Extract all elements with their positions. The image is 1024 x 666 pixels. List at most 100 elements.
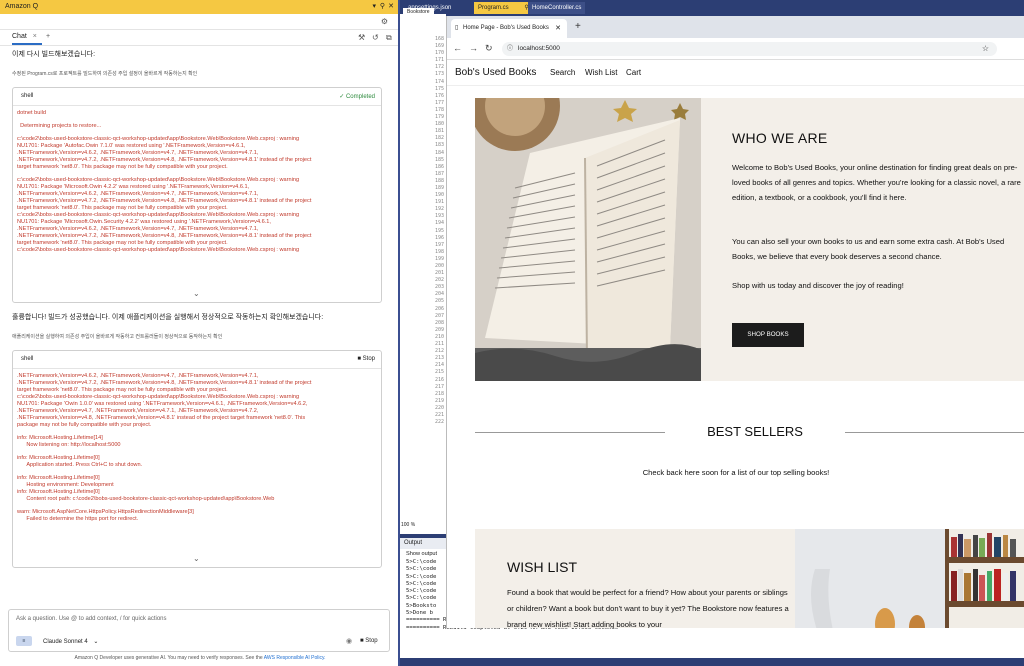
close-icon[interactable]: × [33,33,37,40]
q-toolbar: ⚙ [0,14,398,30]
log-line: Now listening on: http://localhost:5000 [17,442,121,448]
log-line: .NETFramework,Version=v4.7, .NETFramewor… [17,408,259,414]
log-line: Determining projects to restore... [17,123,102,129]
tab-appsettings[interactable]: appsettings.json [404,2,455,14]
nav-search[interactable]: Search [550,68,575,77]
close-icon[interactable]: ✕ [388,0,394,14]
line-number-gutter: 168 169 170 171 172 173 174 175 176 177 178 179 180 1… [422,36,444,426]
shell-output: dotnet build Determining projects to res… [17,110,377,284]
log-line: target framework 'net8.0'. This package … [17,387,228,393]
context-icon[interactable]: ◉ [346,637,352,645]
line-number: 183 [434,142,444,149]
shell-output-box: shell ✓ Completed dotnet build Determini… [12,87,382,303]
pin-icon[interactable]: ⚲ [380,0,385,14]
shop-books-button[interactable]: SHOP BOOKS [732,323,804,347]
browser-tab[interactable]: ▯ Home Page - Bob's Used Books ✕ [451,19,567,38]
line-number: 194 [434,220,444,227]
line-number: 211 [434,341,444,348]
info-icon[interactable]: ⓘ [507,42,513,56]
line-number: 209 [434,326,444,333]
tools-icon[interactable]: ⚒ [358,33,365,42]
responsible-ai-link[interactable]: AWS Responsible AI Policy. [264,655,326,661]
nav-cart[interactable]: Cart [626,68,641,77]
history-icon[interactable]: ↺ [372,33,379,42]
star-icon[interactable]: ☆ [982,42,989,56]
log-line: package may not be fully compatible with… [17,422,152,428]
model-icon: ≡ [16,636,32,646]
line-number: 186 [434,163,444,170]
log-line: Application started. Press Ctrl+C to shu… [17,462,143,468]
line-number: 184 [434,149,444,156]
who-we-are-paragraph: You can also sell your own books to us a… [732,237,1005,261]
reload-icon[interactable]: ↻ [485,43,493,54]
line-number: 199 [434,255,444,262]
new-tab-button[interactable]: + [575,21,581,32]
line-number: 213 [434,355,444,362]
chevron-down-icon: ⌄ [93,639,99,645]
chat-input-placeholder: Ask a question. Use @ to add context, / … [16,616,167,622]
chevron-down-icon[interactable]: ⌄ [193,554,200,563]
tab-chat[interactable]: Chat × [12,33,42,45]
stop-button[interactable]: ■ Stop [357,356,375,362]
shell-output: .NETFramework,Version=v4.6.2, .NETFramew… [17,373,377,549]
site-navbar: Bob's Used Books Search Wish List Cart [447,60,1024,86]
line-number: 193 [434,213,444,220]
site-brand[interactable]: Bob's Used Books [455,67,536,78]
q-title-bar: Amazon Q ▾ ⚲ ✕ [0,0,398,14]
log-line: c:\code2\bobs-used-bookstore-classic-qct… [17,247,300,253]
shell-label: shell [21,356,34,362]
model-selector[interactable]: Claude Sonnet 4 ⌄ [43,638,98,645]
zoom-level[interactable]: 100 % [401,522,415,528]
line-number: 173 [434,71,444,78]
log-line: .NETFramework,Version=v4.7.2, .NETFramew… [17,157,312,163]
stop-button[interactable]: ■ Stop [360,638,378,644]
line-number: 188 [434,177,444,184]
chat-input-box[interactable]: Ask a question. Use @ to add context, / … [8,609,390,652]
message-text: 훌륭합니다! 빌드가 성공했습니다. 이제 애플리케이션을 실행해서 정상적으로… [12,314,324,321]
log-line: c:\code2\bobs-used-bookstore-classic-qct… [17,212,300,218]
tab-chat-label: Chat [12,33,27,40]
log-line: .NETFramework,Version=v4.7.2, .NETFramew… [17,380,312,386]
divider [845,432,1024,433]
log-line: Failed to determine the https port for r… [17,516,139,522]
url-text: localhost:5000 [518,45,560,52]
log-line: c:\code2\bobs-used-bookstore-classic-qct… [17,136,300,142]
message-subtext: 수정된 Program.cs로 프로젝트를 빌드하여 의존성 주입 설정이 올바… [12,71,198,77]
line-number: 219 [434,397,444,404]
shell-output-box: shell ■ Stop .NETFramework,Version=v4.6.… [12,350,382,568]
line-number: 169 [434,43,444,50]
close-icon[interactable]: ✕ [555,19,561,38]
gear-icon[interactable]: ⚙ [381,17,388,26]
line-number: 207 [434,312,444,319]
forward-icon[interactable]: → [469,43,478,53]
line-number: 172 [434,64,444,71]
open-external-icon[interactable]: ⧉ [386,33,392,43]
tab-homecontroller[interactable]: HomeController.cs [528,2,586,14]
line-number: 180 [434,121,444,128]
browser-window: ▯ Home Page - Bob's Used Books ✕ + ← → ↻… [446,16,1024,628]
line-number: 181 [434,128,444,135]
best-sellers-section: BEST SELLERS [475,416,1024,456]
line-number: 185 [434,156,444,163]
code-editor[interactable]: 168 169 170 171 172 173 174 175 176 177 178 179 180 1… [400,14,446,534]
log-line: dotnet build [17,110,46,116]
url-field[interactable]: ⓘ localhost:5000 ☆ [502,42,997,56]
q-title: Amazon Q [5,3,39,10]
log-line: NU1701: Package 'Microsoft.Owin 4.2.2' w… [17,184,250,190]
log-line: .NETFramework,Version=v4.6.2, .NETFramew… [17,373,259,379]
best-sellers-text: Check back here soon for a list of our t… [642,468,830,477]
dropdown-icon[interactable]: ▾ [372,0,376,14]
back-icon[interactable]: ← [453,43,462,53]
chevron-down-icon[interactable]: ⌄ [193,289,200,298]
who-we-are-paragraph: Welcome to Bob's Used Books, your online… [732,163,1021,202]
line-number: 205 [434,298,444,305]
line-number: 210 [434,333,444,340]
model-name: Claude Sonnet 4 [43,639,88,645]
q-tab-bar: Chat × + ⚒ ↺ ⧉ [0,30,398,46]
shell-header: shell ✓ Completed [13,88,381,106]
line-number: 190 [434,192,444,199]
add-tab-button[interactable]: + [46,33,50,40]
editor-tab-bar: Bookstore appsettings.json Program.cs ⚲ … [400,0,1024,16]
line-number: 174 [434,78,444,85]
nav-wish-list[interactable]: Wish List [585,68,617,77]
